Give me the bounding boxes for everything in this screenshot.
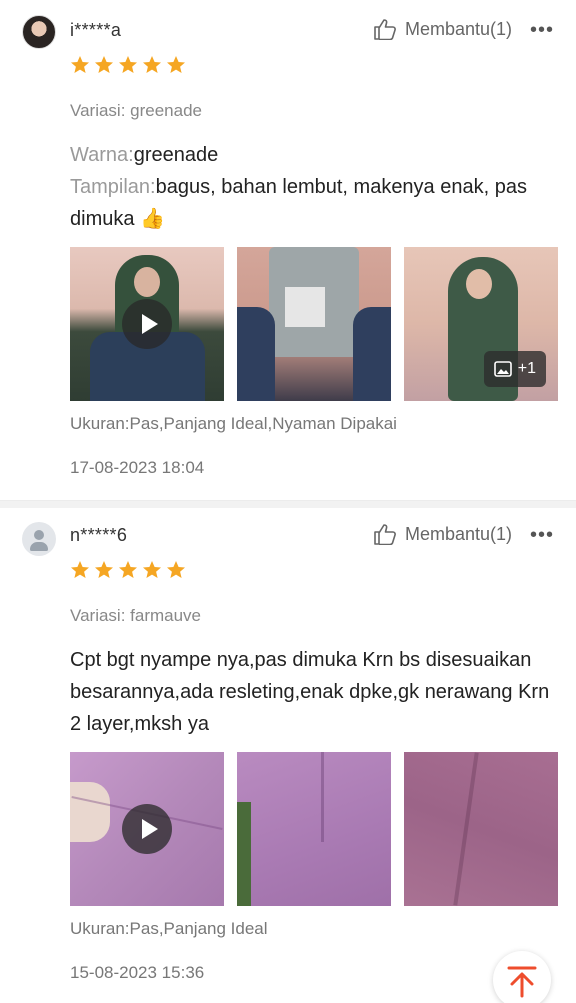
rating-stars xyxy=(70,55,186,75)
star-icon xyxy=(119,561,137,578)
review-text: Warna:greenade Tampilan:bagus, bahan lem… xyxy=(70,139,550,235)
star-icon xyxy=(167,56,185,73)
review-image[interactable] xyxy=(237,752,391,906)
image-icon xyxy=(493,361,512,377)
review-media xyxy=(70,752,558,906)
review-media: +1 xyxy=(70,247,558,401)
review-date: 17-08-2023 18:04 xyxy=(70,458,205,477)
helpful-label: Membantu(1) xyxy=(404,18,512,39)
review-image[interactable] xyxy=(404,752,558,906)
review-image[interactable] xyxy=(237,247,391,401)
color-label: Warna: xyxy=(70,144,134,166)
review-date: 15-08-2023 15:36 xyxy=(70,963,205,982)
review-image[interactable]: +1 xyxy=(404,247,558,401)
star-icon xyxy=(71,56,89,73)
arrow-up-to-top-icon xyxy=(507,966,537,998)
reviewer-name: i*****a xyxy=(70,20,122,40)
review-divider xyxy=(0,500,576,508)
star-icon xyxy=(95,56,113,73)
more-images-count: +1 xyxy=(517,360,536,377)
play-icon[interactable] xyxy=(122,299,172,349)
rating-stars xyxy=(70,560,186,580)
play-icon[interactable] xyxy=(122,804,172,854)
star-icon xyxy=(143,56,161,73)
star-icon xyxy=(71,561,89,578)
more-dots-icon[interactable]: ••• xyxy=(530,20,554,40)
helpful-button[interactable]: Membantu(1) xyxy=(373,523,512,545)
star-icon xyxy=(167,561,185,578)
scroll-to-top-button[interactable] xyxy=(493,951,551,1003)
review-card: n*****6 Membantu(1) ••• Variasi: farmauv… xyxy=(0,508,576,1003)
look-label: Tampilan: xyxy=(70,176,156,198)
thumbs-up-icon xyxy=(374,19,396,40)
color-value: greenade xyxy=(133,144,219,166)
thumbs-up-icon xyxy=(374,524,396,545)
helpful-button[interactable]: Membantu(1) xyxy=(373,18,512,40)
review-text: Cpt bgt nyampe nya,pas dimuka Krn bs dis… xyxy=(70,649,550,735)
star-icon xyxy=(119,56,137,73)
reviewer-name: n*****6 xyxy=(70,525,128,545)
size-info: Ukuran:Pas,Panjang Ideal,Nyaman Dipakai xyxy=(70,414,397,433)
variant-label: Variasi: farmauve xyxy=(70,606,202,625)
more-dots-icon[interactable]: ••• xyxy=(530,525,554,545)
helpful-label: Membantu(1) xyxy=(404,523,512,544)
star-icon xyxy=(143,561,161,578)
review-video-thumbnail[interactable] xyxy=(70,752,224,906)
star-icon xyxy=(95,561,113,578)
review-video-thumbnail[interactable] xyxy=(70,247,224,401)
review-card: i*****a Membantu(1) ••• Variasi: greenad… xyxy=(0,0,576,500)
avatar[interactable] xyxy=(22,15,56,49)
avatar[interactable] xyxy=(22,522,56,556)
size-info: Ukuran:Pas,Panjang Ideal xyxy=(70,919,268,938)
variant-label: Variasi: greenade xyxy=(70,101,202,120)
more-images-badge[interactable]: +1 xyxy=(483,351,546,387)
